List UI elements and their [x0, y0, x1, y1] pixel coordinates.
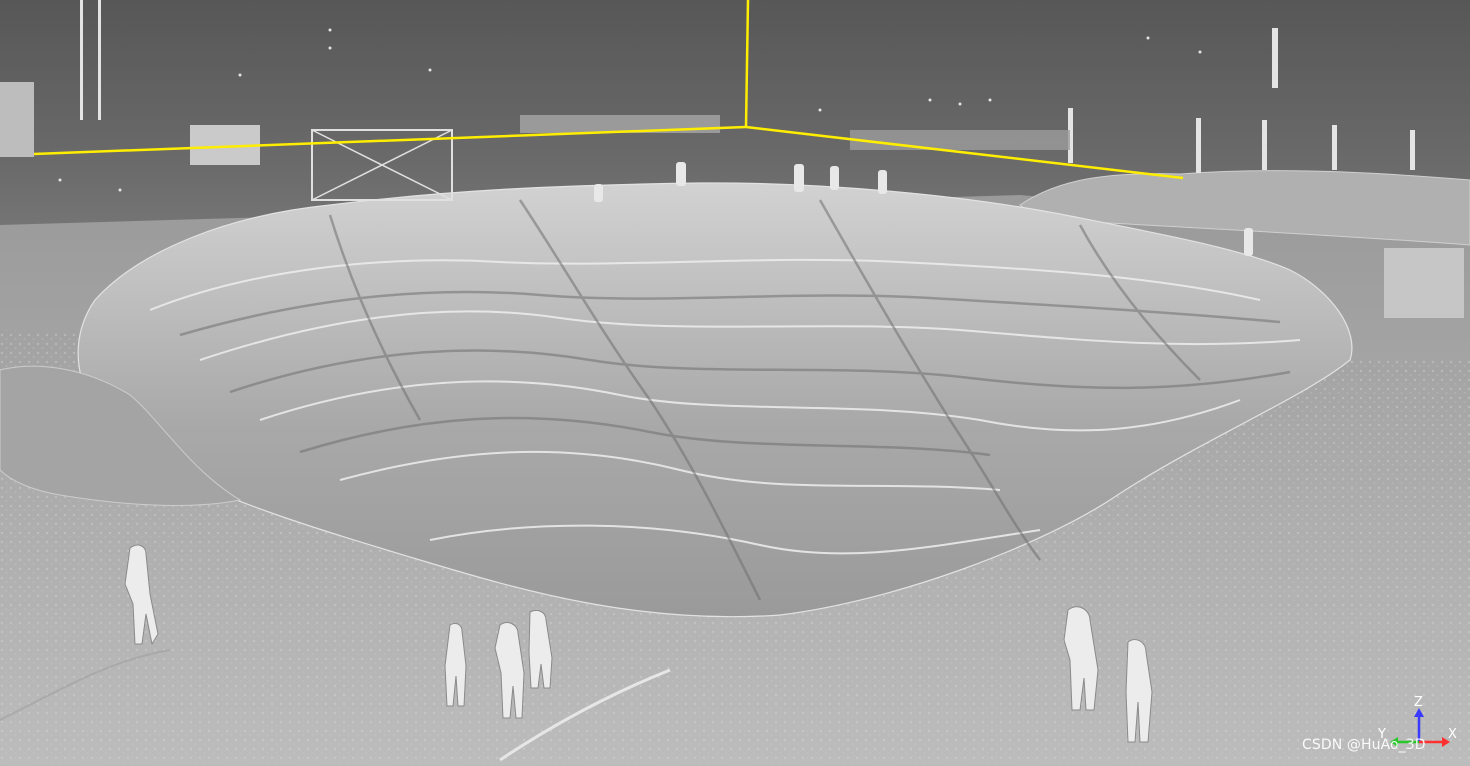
point-cloud-scene: [0, 0, 1470, 766]
watermark-text: CSDN @HuAo_3D: [1302, 737, 1426, 753]
background-points: [0, 0, 1415, 201]
axis-x-label: X: [1448, 727, 1457, 742]
axis-z-label: Z: [1414, 695, 1423, 710]
3d-viewport[interactable]: Z Y X CSDN @HuAo_3D: [0, 0, 1470, 766]
